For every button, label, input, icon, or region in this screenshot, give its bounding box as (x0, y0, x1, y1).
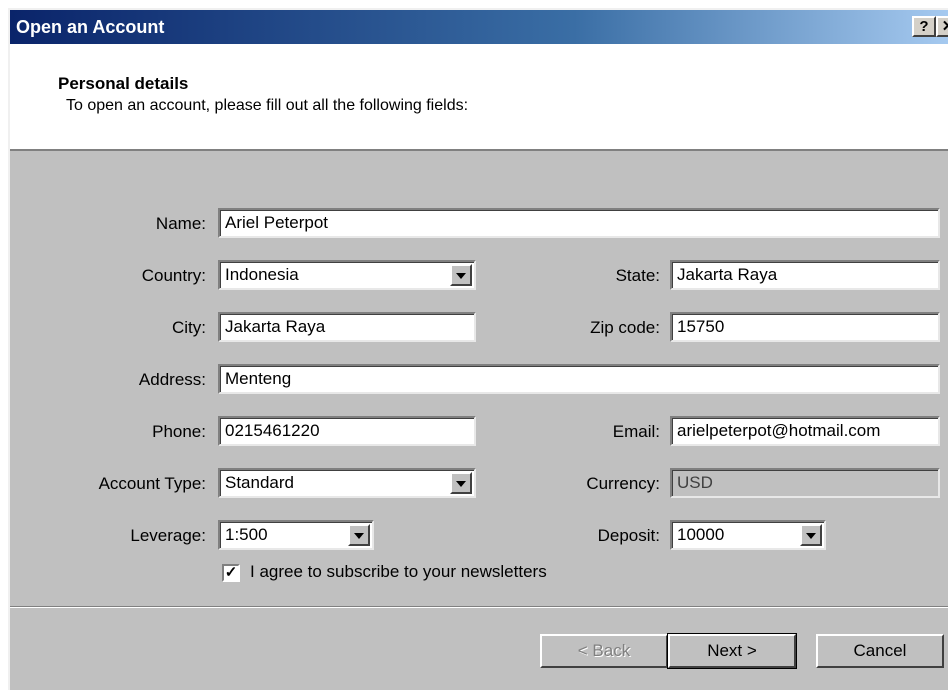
country-select[interactable]: Indonesia (218, 260, 476, 290)
phone-label: Phone: (152, 422, 206, 441)
window-title: Open an Account (16, 17, 165, 37)
deposit-dropdown-button[interactable] (800, 524, 822, 546)
state-field[interactable]: Jakarta Raya (670, 260, 940, 290)
name-label: Name: (155, 214, 206, 233)
name-field[interactable]: Ariel Peterpot (218, 208, 940, 238)
deposit-value: 10000 (677, 525, 725, 544)
country-label: Country: (141, 266, 206, 285)
account-type-value: Standard (225, 473, 294, 492)
deposit-select[interactable]: 10000 (670, 520, 826, 550)
newsletter-checkbox[interactable]: ✓ (222, 564, 240, 582)
city-field[interactable]: Jakarta Raya (218, 312, 476, 342)
footer-divider (10, 606, 948, 608)
state-label: State: (615, 266, 660, 285)
leverage-value: 1:500 (225, 525, 268, 544)
deposit-label: Deposit: (597, 526, 660, 545)
chevron-down-icon (354, 533, 364, 539)
account-type-dropdown-button[interactable] (450, 472, 472, 494)
email-label: Email: (612, 422, 660, 441)
country-value: Indonesia (225, 265, 299, 284)
leverage-select[interactable]: 1:500 (218, 520, 374, 550)
city-label: City: (172, 318, 206, 337)
chevron-down-icon (456, 481, 466, 487)
address-label: Address: (138, 370, 206, 389)
leverage-dropdown-button[interactable] (348, 524, 370, 546)
section-title: Personal details (58, 74, 189, 93)
help-button[interactable]: ? (912, 16, 936, 37)
chevron-down-icon (806, 533, 816, 539)
leverage-label: Leverage: (130, 526, 206, 545)
open-account-dialog: Open an Account ? ✕ Personal details To … (8, 8, 948, 690)
phone-field[interactable]: 0215461220 (218, 416, 476, 446)
account-type-select[interactable]: Standard (218, 468, 476, 498)
address-field[interactable]: Menteng (218, 364, 940, 394)
zip-field[interactable]: 15750 (670, 312, 940, 342)
cancel-button[interactable]: Cancel (816, 634, 944, 668)
section-subtitle: To open an account, please fill out all … (66, 97, 469, 114)
back-button[interactable]: < Back (540, 634, 668, 668)
country-dropdown-button[interactable] (450, 264, 472, 286)
next-button[interactable]: Next > (667, 633, 797, 669)
title-bar: Open an Account ? ✕ (10, 10, 948, 44)
zip-label: Zip code: (590, 318, 660, 337)
close-button[interactable]: ✕ (936, 16, 948, 37)
email-field[interactable]: arielpeterpot@hotmail.com (670, 416, 940, 446)
currency-field: USD (670, 468, 940, 498)
currency-label: Currency: (586, 474, 660, 493)
wizard-header: Personal details To open an account, ple… (10, 44, 948, 151)
chevron-down-icon (456, 273, 466, 279)
account-type-label: Account Type: (98, 474, 206, 493)
newsletter-label[interactable]: I agree to subscribe to your newsletters (250, 562, 547, 582)
